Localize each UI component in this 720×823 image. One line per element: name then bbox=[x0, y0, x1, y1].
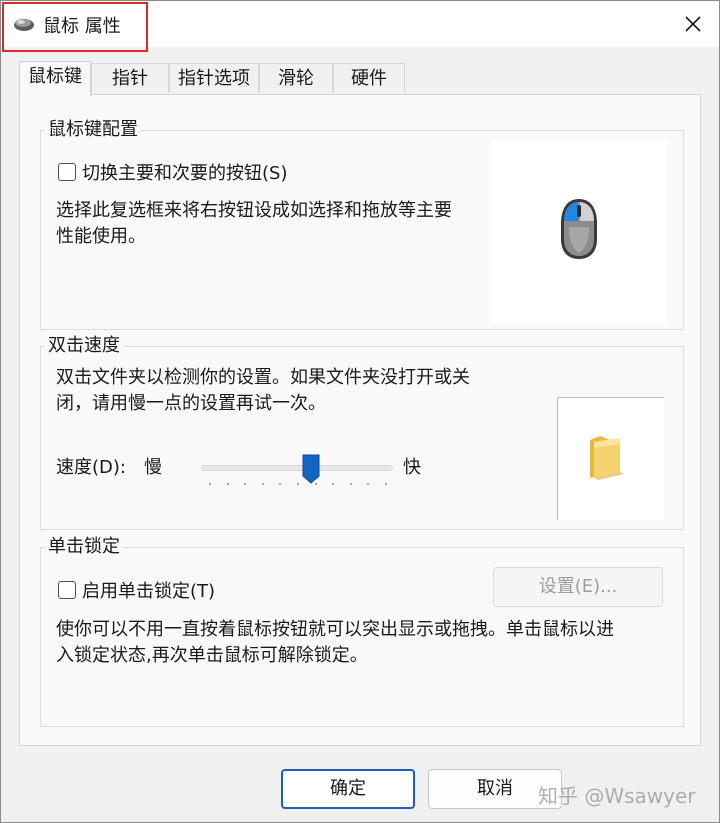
slider-tick bbox=[244, 483, 247, 485]
click-lock-description: 使你可以不用一直按着鼠标按钮就可以突出显示或拖拽。单击鼠标以进 入锁定状态,再次… bbox=[56, 617, 614, 669]
tab-hardware[interactable]: 硬件 bbox=[333, 63, 405, 93]
close-icon bbox=[685, 16, 701, 32]
tab-pointer-options[interactable]: 指针选项 bbox=[169, 63, 259, 93]
double-click-description: 双击文件夹以检测你的设置。如果文件夹没打开或关 闭，请用慢一点的设置再试一次。 bbox=[56, 365, 470, 417]
slider-tick bbox=[367, 483, 370, 485]
click-lock-group: 单击锁定 启用单击锁定(T) 设置(E)... 使你可以不用一直按着鼠标按钮就可… bbox=[40, 535, 684, 727]
watermark-text: 知乎 @Wsawyer bbox=[538, 784, 696, 808]
click-lock-title: 单击锁定 bbox=[45, 535, 123, 559]
tab-buttons[interactable]: 鼠标键 bbox=[19, 61, 91, 96]
slider-tick bbox=[261, 483, 264, 485]
click-lock-settings-button[interactable]: 设置(E)... bbox=[493, 567, 663, 607]
switch-buttons-row[interactable]: 切换主要和次要的按钮(S) bbox=[58, 159, 287, 185]
tab-pointers[interactable]: 指针 bbox=[91, 63, 169, 93]
button-config-title: 鼠标键配置 bbox=[45, 118, 141, 142]
click-lock-desc-line1: 使你可以不用一直按着鼠标按钮就可以突出显示或拖拽。单击鼠标以进 bbox=[56, 619, 614, 640]
slider-tick bbox=[209, 483, 211, 485]
click-lock-label: 启用单击锁定(T) bbox=[82, 581, 216, 602]
fast-label: 快 bbox=[403, 457, 421, 478]
ok-button[interactable]: 确定 bbox=[281, 769, 415, 809]
double-click-speed-slider[interactable] bbox=[201, 454, 393, 494]
title-highlight-box bbox=[2, 2, 148, 52]
double-click-desc-line1: 双击文件夹以检测你的设置。如果文件夹没打开或关 bbox=[56, 367, 470, 388]
slider-tick bbox=[279, 483, 282, 485]
switch-buttons-checkbox[interactable] bbox=[58, 163, 76, 181]
slider-thumb[interactable] bbox=[302, 454, 320, 484]
double-click-desc-line2: 闭，请用慢一点的设置再试一次。 bbox=[56, 393, 326, 414]
click-lock-row[interactable]: 启用单击锁定(T) bbox=[58, 577, 215, 603]
slider-tick bbox=[349, 483, 352, 485]
slider-track bbox=[201, 465, 393, 471]
button-config-desc-line2: 性能使用。 bbox=[56, 226, 146, 247]
slider-tick bbox=[226, 483, 229, 485]
close-button[interactable] bbox=[669, 5, 717, 43]
slider-tick bbox=[385, 483, 387, 485]
mouse-properties-window: 鼠标 属性 鼠标键 指针 指针选项 滑轮 硬件 鼠标键配置 切换主要和次要的按钮… bbox=[0, 0, 720, 823]
mouse-illustration-icon bbox=[561, 199, 597, 259]
click-lock-checkbox[interactable] bbox=[58, 581, 76, 599]
slider-tick bbox=[297, 483, 299, 485]
speed-label: 速度(D): bbox=[56, 457, 126, 478]
slider-tick bbox=[332, 483, 335, 485]
test-folder-area[interactable] bbox=[557, 397, 664, 520]
switch-buttons-label: 切换主要和次要的按钮(S) bbox=[82, 163, 288, 184]
click-lock-desc-line2: 入锁定状态,再次单击鼠标可解除锁定。 bbox=[56, 645, 368, 666]
button-config-description: 选择此复选框来将右按钮设成如选择和拖放等主要 性能使用。 bbox=[56, 198, 452, 250]
buttons-tab-panel: 鼠标键配置 切换主要和次要的按钮(S) 选择此复选框来将右按钮设成如选择和拖放等… bbox=[19, 94, 701, 746]
button-config-group: 鼠标键配置 切换主要和次要的按钮(S) 选择此复选框来将右按钮设成如选择和拖放等… bbox=[40, 118, 684, 330]
folder-icon[interactable] bbox=[586, 434, 630, 480]
tab-wheel[interactable]: 滑轮 bbox=[259, 63, 333, 93]
mouse-preview bbox=[491, 139, 667, 323]
double-click-group: 双击速度 双击文件夹以检测你的设置。如果文件夹没打开或关 闭，请用慢一点的设置再… bbox=[40, 334, 684, 530]
double-click-title: 双击速度 bbox=[45, 334, 123, 358]
slow-label: 慢 bbox=[144, 457, 162, 478]
button-config-desc-line1: 选择此复选框来将右按钮设成如选择和拖放等主要 bbox=[56, 200, 452, 221]
